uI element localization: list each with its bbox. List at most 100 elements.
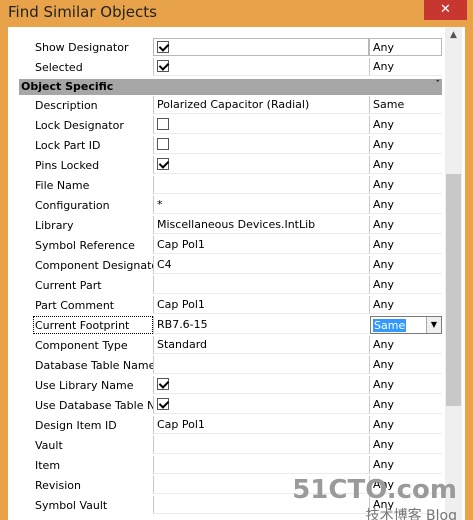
property-row-component-designator: Component Designator C4 Any — [8, 255, 442, 275]
checkbox[interactable] — [157, 60, 169, 72]
match-kind-cell[interactable]: Any — [369, 58, 442, 76]
match-kind-cell[interactable]: Any — [369, 256, 442, 274]
property-label: Lock Part ID — [35, 139, 101, 152]
property-row-vault: Vault Any — [8, 435, 442, 455]
close-button[interactable]: ✕ — [424, 0, 467, 20]
collapse-chevron-icon[interactable]: ˇ — [436, 80, 441, 90]
checkbox[interactable] — [157, 138, 169, 150]
property-label: Item — [35, 459, 61, 472]
property-row-pins-locked: Pins Locked Any — [8, 155, 442, 175]
property-value-field[interactable] — [153, 436, 369, 454]
watermark-line2: 技术博客 Blog — [365, 508, 457, 520]
property-label: Component Type — [35, 339, 128, 352]
property-row-use-database-table-name: Use Database Table Name Any — [8, 395, 442, 415]
checkbox[interactable] — [157, 398, 169, 410]
properties-grid: Show Designator Any Selected Any Object Spe… — [8, 27, 465, 520]
property-value-cell — [153, 156, 369, 174]
match-kind-cell[interactable]: Any — [369, 456, 442, 474]
match-kind-cell[interactable]: Any — [369, 196, 442, 214]
match-kind-cell[interactable]: Any — [369, 296, 442, 314]
property-label: Show Designator — [35, 41, 129, 54]
match-kind-cell[interactable]: Any — [369, 336, 442, 354]
property-label: Description — [35, 99, 98, 112]
match-kind-cell[interactable]: Any — [369, 116, 442, 134]
property-label: Vault — [35, 439, 63, 452]
property-row-library: Library Miscellaneous Devices.IntLib Any — [8, 215, 442, 235]
title-bar: Find Similar Objects ✕ — [0, 0, 473, 26]
property-value-field[interactable]: Cap Pol1 — [153, 296, 369, 314]
match-kind-cell[interactable]: Any — [369, 156, 442, 174]
property-label: Symbol Vault — [35, 499, 108, 512]
property-row-lock-part-id: Lock Part ID Any — [8, 135, 442, 155]
property-value-field[interactable]: Cap Pol1 — [153, 416, 369, 434]
window-title: Find Similar Objects — [8, 3, 157, 21]
property-row-part-comment: Part Comment Cap Pol1 Any — [8, 295, 442, 315]
property-value-cell — [153, 38, 369, 56]
section-title: Object Specific — [21, 80, 114, 93]
checkbox[interactable] — [157, 158, 169, 170]
property-label: Selected — [35, 61, 83, 74]
match-kind-cell[interactable]: Any — [369, 436, 442, 454]
match-kind-cell[interactable]: Same — [369, 96, 442, 114]
property-value-field[interactable]: Cap Pol1 — [153, 236, 369, 254]
scrollbar-thumb[interactable] — [446, 174, 461, 406]
match-kind-cell[interactable]: Any — [369, 136, 442, 154]
checkbox[interactable] — [157, 378, 169, 390]
property-row-configuration: Configuration * Any — [8, 195, 442, 215]
property-label: Use Database Table Name — [35, 399, 153, 412]
match-kind-cell[interactable]: Any — [369, 216, 442, 234]
property-row-component-type: Component Type Standard Any — [8, 335, 442, 355]
property-label: File Name — [35, 179, 90, 192]
match-kind-cell[interactable]: Any — [369, 38, 442, 56]
property-value-cell — [153, 376, 369, 394]
match-kind-cell[interactable]: Any — [369, 176, 442, 194]
match-selected-value: Same — [373, 319, 407, 332]
property-label: Design Item ID — [35, 419, 117, 432]
match-kind-cell[interactable]: Any — [369, 396, 442, 414]
property-label: Current Footprint — [35, 319, 130, 332]
property-value-field[interactable]: Miscellaneous Devices.IntLib — [153, 216, 369, 234]
match-kind-cell[interactable]: Any — [369, 416, 442, 434]
property-row-file-name: File Name Any — [8, 175, 442, 195]
property-label: Symbol Reference — [35, 239, 135, 252]
property-value-field[interactable]: Standard — [153, 336, 369, 354]
property-row-design-item-id: Design Item ID Cap Pol1 Any — [8, 415, 442, 435]
watermark: 51CTO.com 技术博客 Blog — [292, 475, 457, 520]
close-icon: ✕ — [440, 2, 451, 17]
property-row-selected: Selected Any — [8, 57, 442, 77]
property-row-current-part: Current Part Any — [8, 275, 442, 295]
property-value-cell — [153, 396, 369, 414]
property-label: Pins Locked — [35, 159, 100, 172]
property-value-field[interactable]: * — [153, 196, 369, 214]
scroll-up-arrow-icon[interactable]: ▲ — [445, 27, 462, 44]
property-row-current-footprint: Current Footprint RB7.6-15 Same ▼ — [8, 315, 442, 335]
property-row-item: Item Any — [8, 455, 442, 475]
property-value-field[interactable]: RB7.6-15 — [153, 316, 369, 334]
property-value-cell — [153, 58, 369, 76]
property-label: Component Designator — [35, 259, 153, 272]
property-label: Lock Designator — [35, 119, 124, 132]
dropdown-arrow-icon[interactable]: ▼ — [426, 317, 441, 333]
match-kind-cell[interactable]: Any — [369, 236, 442, 254]
match-dropdown[interactable]: Same ▼ — [370, 316, 442, 334]
property-row-symbol-reference: Symbol Reference Cap Pol1 Any — [8, 235, 442, 255]
property-value-field[interactable] — [153, 176, 369, 194]
section-header-object-specific[interactable]: Object Specific ˇ — [19, 79, 442, 95]
vertical-scrollbar[interactable]: ▲ — [445, 27, 462, 520]
property-label: Configuration — [35, 199, 110, 212]
property-value-field[interactable] — [153, 456, 369, 474]
property-value-field[interactable]: Polarized Capacitor (Radial) — [153, 96, 369, 114]
match-kind-cell[interactable]: Any — [369, 356, 442, 374]
match-kind-cell[interactable]: Any — [369, 276, 442, 294]
property-row-lock-designator: Lock Designator Any — [8, 115, 442, 135]
checkbox[interactable] — [157, 41, 169, 53]
match-kind-cell[interactable]: Any — [369, 376, 442, 394]
property-value-field[interactable] — [153, 276, 369, 294]
property-label: Database Table Name — [35, 359, 153, 372]
property-row-database-table-name: Database Table Name Any — [8, 355, 442, 375]
property-value-field[interactable] — [153, 356, 369, 374]
property-label: Revision — [35, 479, 81, 492]
property-label: Part Comment — [35, 299, 115, 312]
property-value-field[interactable]: C4 — [153, 256, 369, 274]
checkbox[interactable] — [157, 118, 169, 130]
